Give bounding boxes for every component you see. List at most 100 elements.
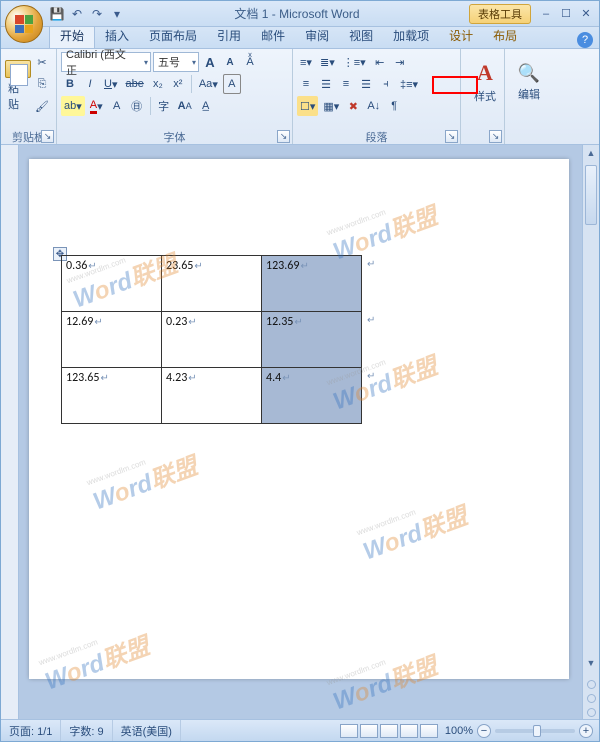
table-cell[interactable]: 12.69: [62, 312, 162, 368]
maximize-button[interactable]: ☐: [557, 7, 575, 21]
table-row: 0.36 23.65 123.69: [62, 256, 362, 312]
char-border-button[interactable]: A: [223, 74, 241, 94]
font-launcher[interactable]: ↘: [277, 130, 290, 143]
table-cell[interactable]: 0.36: [62, 256, 162, 312]
clipboard-launcher[interactable]: ↘: [41, 130, 54, 143]
clear-formatting-button[interactable]: Aͯ: [241, 52, 259, 72]
web-layout-view-icon[interactable]: [380, 724, 398, 738]
shrink-font-button[interactable]: A: [221, 52, 239, 72]
separator: [191, 75, 192, 93]
tab-insert[interactable]: 插入: [95, 24, 139, 48]
asian-layout-button[interactable]: AA: [175, 96, 195, 116]
format-painter-button[interactable]: 🖌: [32, 96, 52, 116]
phonetic-guide-button[interactable]: 字: [155, 96, 173, 116]
borders-button[interactable]: ▦▾: [320, 96, 342, 116]
enclose-chars-button[interactable]: ㊐: [128, 96, 146, 116]
superscript-button[interactable]: x²: [169, 74, 187, 94]
styles-launcher[interactable]: ↘: [489, 130, 502, 143]
highlight-button[interactable]: ab▾: [61, 96, 85, 116]
office-button[interactable]: [5, 5, 43, 43]
qat-more-icon[interactable]: ▾: [109, 6, 125, 22]
draft-view-icon[interactable]: [420, 724, 438, 738]
copy-button[interactable]: ⎘: [32, 74, 52, 94]
distributed-button[interactable]: ⫞: [377, 74, 395, 94]
zoom-level[interactable]: 100%: [445, 725, 473, 737]
undo-icon[interactable]: ↶: [69, 6, 85, 22]
paragraph-launcher[interactable]: ↘: [445, 130, 458, 143]
page-viewport[interactable]: ✥ 0.36 23.65 123.69 12.69 0.23 12.35 123…: [19, 145, 582, 719]
scroll-up-icon[interactable]: ▲: [583, 145, 599, 161]
print-layout-view-icon[interactable]: [340, 724, 358, 738]
full-screen-view-icon[interactable]: [360, 724, 378, 738]
next-page-icon[interactable]: [587, 708, 596, 717]
styles-button[interactable]: A 样式: [465, 51, 505, 109]
char-shading-button[interactable]: A: [108, 96, 126, 116]
save-icon[interactable]: 💾: [49, 6, 65, 22]
tab-references[interactable]: 引用: [207, 24, 251, 48]
paste-button[interactable]: 粘贴: [5, 55, 30, 113]
tab-addins[interactable]: 加载项: [383, 24, 439, 48]
tab-mailings[interactable]: 邮件: [251, 24, 295, 48]
zoom-slider[interactable]: [495, 729, 575, 733]
table-cell[interactable]: 4.4: [262, 368, 362, 424]
bullets-button[interactable]: ≡▾: [297, 52, 315, 72]
zoom-in-button[interactable]: +: [579, 724, 593, 738]
status-language[interactable]: 英语(美国): [113, 720, 181, 741]
separator: [150, 97, 151, 115]
zoom-control: 100% − +: [439, 724, 599, 738]
change-case-button[interactable]: Aa▾: [196, 74, 221, 94]
document-area: ✥ 0.36 23.65 123.69 12.69 0.23 12.35 123…: [1, 145, 599, 719]
vertical-ruler[interactable]: [1, 145, 19, 719]
document-table[interactable]: 0.36 23.65 123.69 12.69 0.23 12.35 123.6…: [61, 255, 362, 424]
prev-page-icon[interactable]: [587, 694, 596, 703]
grow-font-button[interactable]: A: [201, 52, 219, 72]
status-word-count[interactable]: 字数: 9: [61, 720, 112, 741]
multilevel-button[interactable]: ⋮≡▾: [340, 52, 369, 72]
numbering-button[interactable]: ≣▾: [317, 52, 338, 72]
decrease-indent-button[interactable]: ⇤: [371, 52, 389, 72]
subscript-button[interactable]: x₂: [149, 74, 167, 94]
para-marks-button[interactable]: ¶: [385, 96, 403, 116]
tab-view[interactable]: 视图: [339, 24, 383, 48]
align-left-button[interactable]: ≡: [297, 74, 315, 94]
tab-table-design[interactable]: 设计: [439, 24, 483, 48]
editing-button[interactable]: 🔍 编辑: [509, 51, 549, 109]
font-name-combo[interactable]: Calibri (西文正: [61, 52, 151, 72]
table-cell[interactable]: 0.23: [162, 312, 262, 368]
window-title: 文档 1 - Microsoft Word: [125, 5, 469, 22]
increase-indent-button[interactable]: ⇥: [391, 52, 409, 72]
minimize-button[interactable]: –: [537, 7, 555, 21]
justify-button[interactable]: ☰: [357, 74, 375, 94]
close-button[interactable]: ✕: [577, 7, 595, 21]
tab-page-layout[interactable]: 页面布局: [139, 24, 207, 48]
outline-view-icon[interactable]: [400, 724, 418, 738]
font-size-combo[interactable]: 五号: [153, 52, 199, 72]
table-cell[interactable]: 23.65: [162, 256, 262, 312]
cut-button[interactable]: ✂: [32, 52, 52, 72]
scroll-down-icon[interactable]: ▼: [583, 655, 599, 671]
status-page[interactable]: 页面: 1/1: [1, 720, 61, 741]
table-cell[interactable]: 123.69: [262, 256, 362, 312]
shading-button[interactable]: ☐▾: [297, 96, 318, 116]
styles-label: 样式: [474, 88, 496, 104]
zoom-out-button[interactable]: −: [477, 724, 491, 738]
row-end-mark: ↵: [367, 259, 375, 270]
vertical-scrollbar[interactable]: ▲ ▼: [582, 145, 599, 719]
zoom-knob[interactable]: [533, 725, 541, 737]
sort-button[interactable]: ✖: [344, 96, 362, 116]
tab-review[interactable]: 审阅: [295, 24, 339, 48]
combine-chars-button[interactable]: A̲: [197, 96, 215, 116]
show-marks-button[interactable]: A↓: [364, 96, 383, 116]
table-cell[interactable]: 12.35: [262, 312, 362, 368]
redo-icon[interactable]: ↷: [89, 6, 105, 22]
tab-table-layout[interactable]: 布局: [483, 24, 527, 48]
align-right-button[interactable]: ≡: [337, 74, 355, 94]
align-center-button[interactable]: ☰: [317, 74, 335, 94]
table-cell[interactable]: 123.65: [62, 368, 162, 424]
line-spacing-button[interactable]: ‡≡▾: [397, 74, 421, 94]
browse-object-icon[interactable]: [587, 680, 596, 689]
help-icon[interactable]: ?: [577, 32, 593, 48]
scroll-thumb[interactable]: [585, 165, 597, 225]
table-cell[interactable]: 4.23: [162, 368, 262, 424]
font-color-button[interactable]: A▾: [87, 96, 106, 116]
